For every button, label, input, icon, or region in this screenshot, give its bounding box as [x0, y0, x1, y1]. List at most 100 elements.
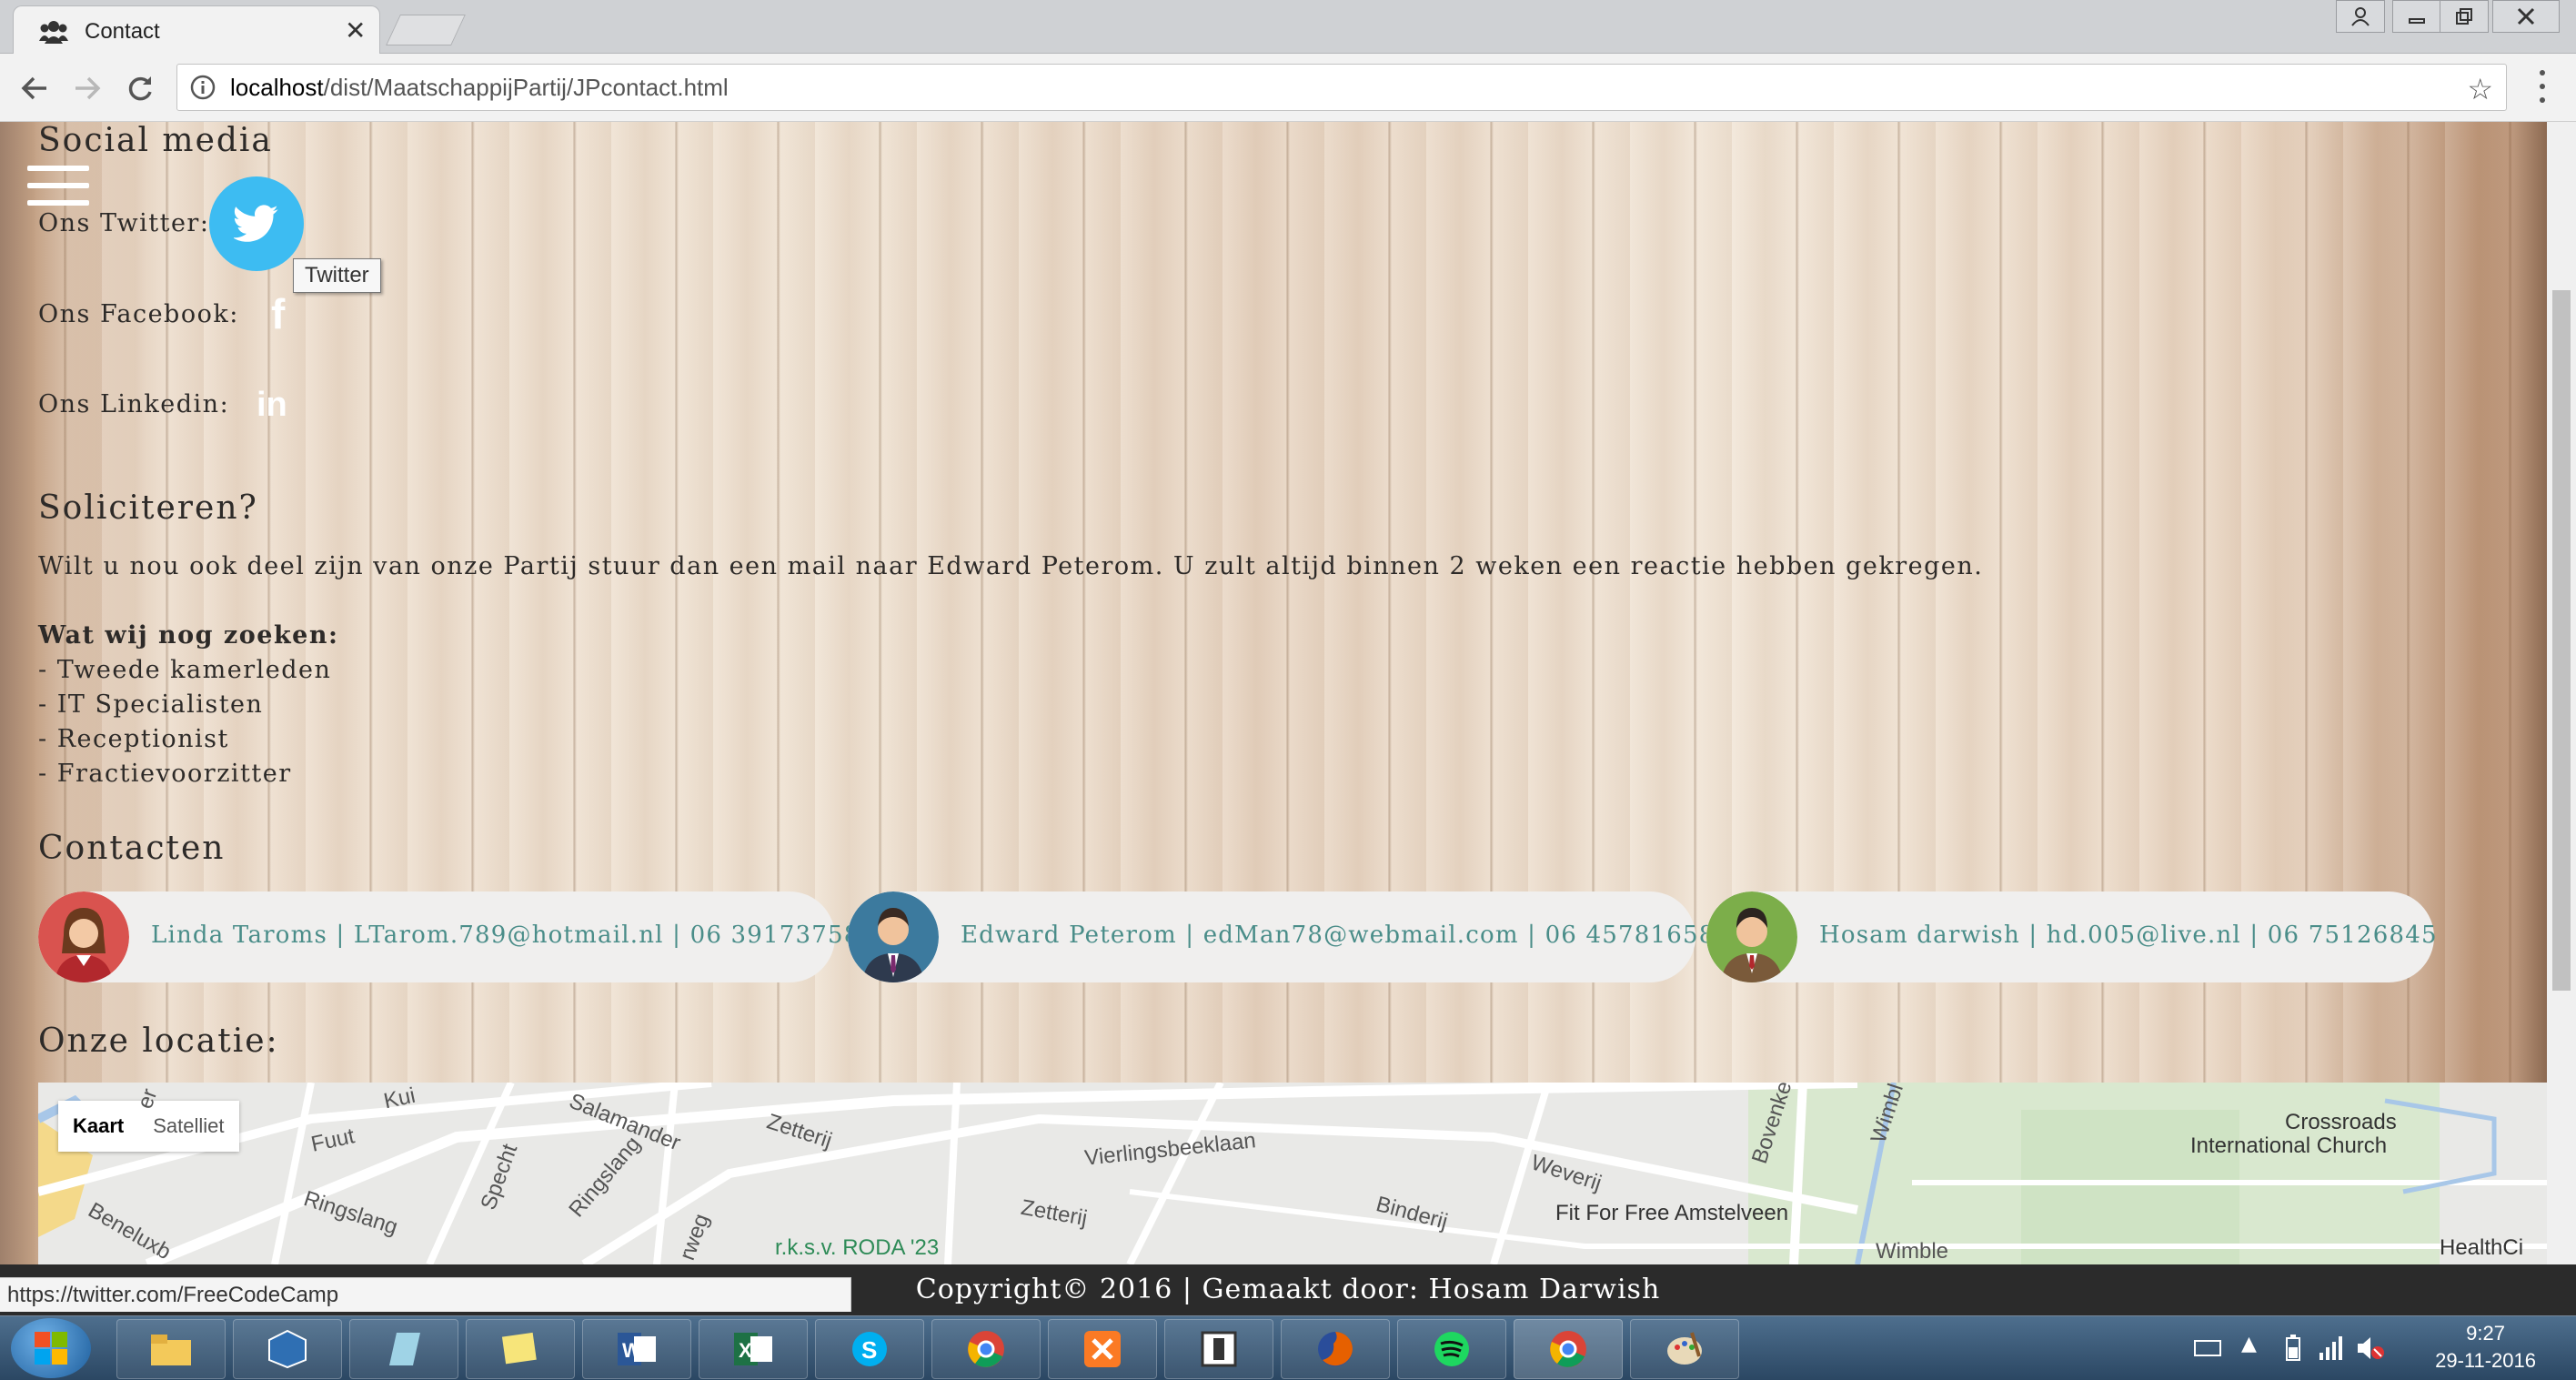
apply-text: Wilt u nou ook deel zijn van onze Partij… [38, 552, 1984, 580]
clock-time: 9:27 [2466, 1322, 2505, 1345]
linkedin-label: Ons Linkedin: [38, 390, 230, 418]
close-tab-icon[interactable]: ✕ [345, 15, 366, 45]
taskbar-app-bracket[interactable] [1164, 1319, 1273, 1379]
close-window-button[interactable] [2492, 0, 2560, 33]
taskbar-xampp[interactable] [1048, 1319, 1157, 1379]
map-label: Fit For Free Amstelveen [1555, 1201, 1789, 1225]
bookmark-star-icon[interactable]: ☆ [2467, 72, 2493, 106]
contacten-heading: Contacten [38, 830, 226, 867]
xampp-icon [1084, 1331, 1121, 1367]
firefox-icon [1318, 1332, 1353, 1366]
browser-tab-contact[interactable]: Contact ✕ [13, 5, 380, 54]
restore-icon [2456, 8, 2472, 25]
avatar-male-green [1706, 891, 1797, 982]
battery-icon[interactable] [2285, 1335, 2301, 1362]
taskbar-explorer[interactable] [116, 1319, 226, 1379]
location-map[interactable]: Kaart Satelliet Fuut Salamander Zetterij… [38, 1083, 2547, 1264]
chrome-icon [968, 1331, 1004, 1367]
clock-date: 29-11-2016 [2435, 1349, 2536, 1372]
network-signal-icon[interactable] [2318, 1335, 2347, 1362]
address-bar[interactable]: localhost/dist/MaatschappijPartij/JPcont… [176, 64, 2507, 111]
folder-icon [151, 1335, 191, 1365]
restore-button[interactable] [2440, 0, 2489, 33]
forward-button[interactable] [67, 68, 107, 108]
paint-palette-icon [1667, 1332, 1702, 1365]
taskbar-clock[interactable]: 9:27 29-11-2016 [2435, 1320, 2536, 1375]
close-icon [2517, 7, 2535, 25]
taskbar-spotify[interactable] [1397, 1319, 1506, 1379]
taskbar-excel[interactable]: X [699, 1319, 808, 1379]
minimize-button[interactable] [2392, 0, 2441, 33]
sticky-notes-icon [501, 1332, 537, 1365]
taskbar-paint[interactable] [1630, 1319, 1739, 1379]
map-label: r.k.s.v. RODA '23 [775, 1235, 940, 1260]
solliciteren-heading: Soliciteren? [38, 489, 258, 527]
taskbar-chrome-active[interactable] [1514, 1319, 1623, 1379]
taskbar-skype[interactable]: S [815, 1319, 924, 1379]
people-icon [39, 21, 68, 44]
taskbar-firefox[interactable] [1281, 1319, 1390, 1379]
svg-text:W: W [622, 1339, 641, 1362]
page-scrollbar[interactable] [2547, 122, 2576, 1264]
contact-text[interactable]: Hosam darwish | hd.005@live.nl | 06 7512… [1819, 922, 2438, 949]
map-label: International Church [2190, 1133, 2388, 1158]
arrow-left-icon [21, 76, 46, 100]
avatar-male-suit [848, 891, 939, 982]
contact-card-edward[interactable]: Edward Peterom | edMan78@webmail.com | 0… [848, 891, 1714, 982]
hamburger-menu-icon[interactable] [27, 166, 89, 206]
reload-icon [128, 76, 152, 101]
taskbar-chrome[interactable] [931, 1319, 1041, 1379]
tab-title: Contact [85, 19, 160, 44]
start-button[interactable] [11, 1318, 91, 1378]
contact-text[interactable]: Linda Taroms | LTarom.789@hotmail.nl | 0… [151, 922, 860, 949]
scrollbar-thumb[interactable] [2552, 290, 2571, 991]
map-type-kaart-button[interactable]: Kaart [58, 1114, 138, 1138]
taskbar-word[interactable]: W [582, 1319, 691, 1379]
location-heading: Onze locatie: [38, 1022, 279, 1060]
browser-toolbar: localhost/dist/MaatschappijPartij/JPcont… [0, 54, 2576, 122]
map-label: Wimble [1876, 1239, 1949, 1264]
link-status-bar: https://twitter.com/FreeCodeCamp [0, 1277, 851, 1312]
twitter-tooltip: Twitter [293, 258, 381, 293]
taskbar-virtualbox[interactable] [233, 1319, 342, 1379]
word-icon: W [618, 1333, 656, 1365]
arrow-right-icon [75, 76, 101, 100]
twitter-link[interactable] [209, 176, 304, 271]
windows-logo-icon [35, 1332, 67, 1365]
position-item: - Fractievoorzitter [38, 760, 292, 788]
show-hidden-icons-icon[interactable]: ▲ [2241, 1333, 2257, 1355]
chrome-icon [1550, 1331, 1586, 1367]
taskbar-sticky-notes[interactable] [466, 1319, 575, 1379]
volume-muted-icon[interactable] [2356, 1335, 2385, 1362]
contact-card-linda[interactable]: Linda Taroms | LTarom.789@hotmail.nl | 0… [38, 891, 859, 982]
position-item: - IT Specialisten [38, 690, 264, 719]
back-button[interactable] [15, 68, 55, 108]
url-path: /dist/MaatschappijPartij/JPcontact.html [323, 74, 729, 101]
social-media-heading: Social media [38, 122, 273, 159]
contact-card-hosam[interactable]: Hosam darwish | hd.005@live.nl | 06 7512… [1706, 891, 2437, 982]
facebook-icon[interactable]: f [271, 289, 285, 338]
reload-button[interactable] [120, 68, 160, 108]
contact-text[interactable]: Edward Peterom | edMan78@webmail.com | 0… [961, 922, 1715, 949]
cube-icon [268, 1329, 307, 1369]
keyboard-icon[interactable] [2194, 1338, 2221, 1358]
bracket-app-icon [1201, 1331, 1237, 1367]
excel-icon: X [734, 1333, 772, 1365]
taskbar-notes[interactable] [349, 1319, 458, 1379]
twitter-bird-icon [234, 205, 278, 242]
url-text: localhost/dist/MaatschappijPartij/JPcont… [230, 74, 729, 102]
map-type-satelliet-button[interactable]: Satelliet [138, 1114, 238, 1138]
position-item: - Receptionist [38, 725, 229, 753]
spotify-icon [1434, 1332, 1469, 1366]
system-tray: ▲ 9:27 29-11-2016 [2139, 1316, 2576, 1380]
info-icon[interactable] [190, 75, 216, 100]
map-label: Crossroads [2285, 1110, 2397, 1134]
new-tab-button[interactable] [386, 15, 466, 45]
map-roads [38, 1083, 2547, 1264]
skype-icon: S [852, 1332, 887, 1366]
facebook-label: Ons Facebook: [38, 300, 239, 328]
profile-button[interactable] [2336, 0, 2385, 33]
linkedin-icon[interactable]: in [257, 386, 287, 425]
browser-menu-icon[interactable] [2529, 66, 2556, 106]
looking-for-heading: Wat wij nog zoeken: [38, 621, 339, 650]
